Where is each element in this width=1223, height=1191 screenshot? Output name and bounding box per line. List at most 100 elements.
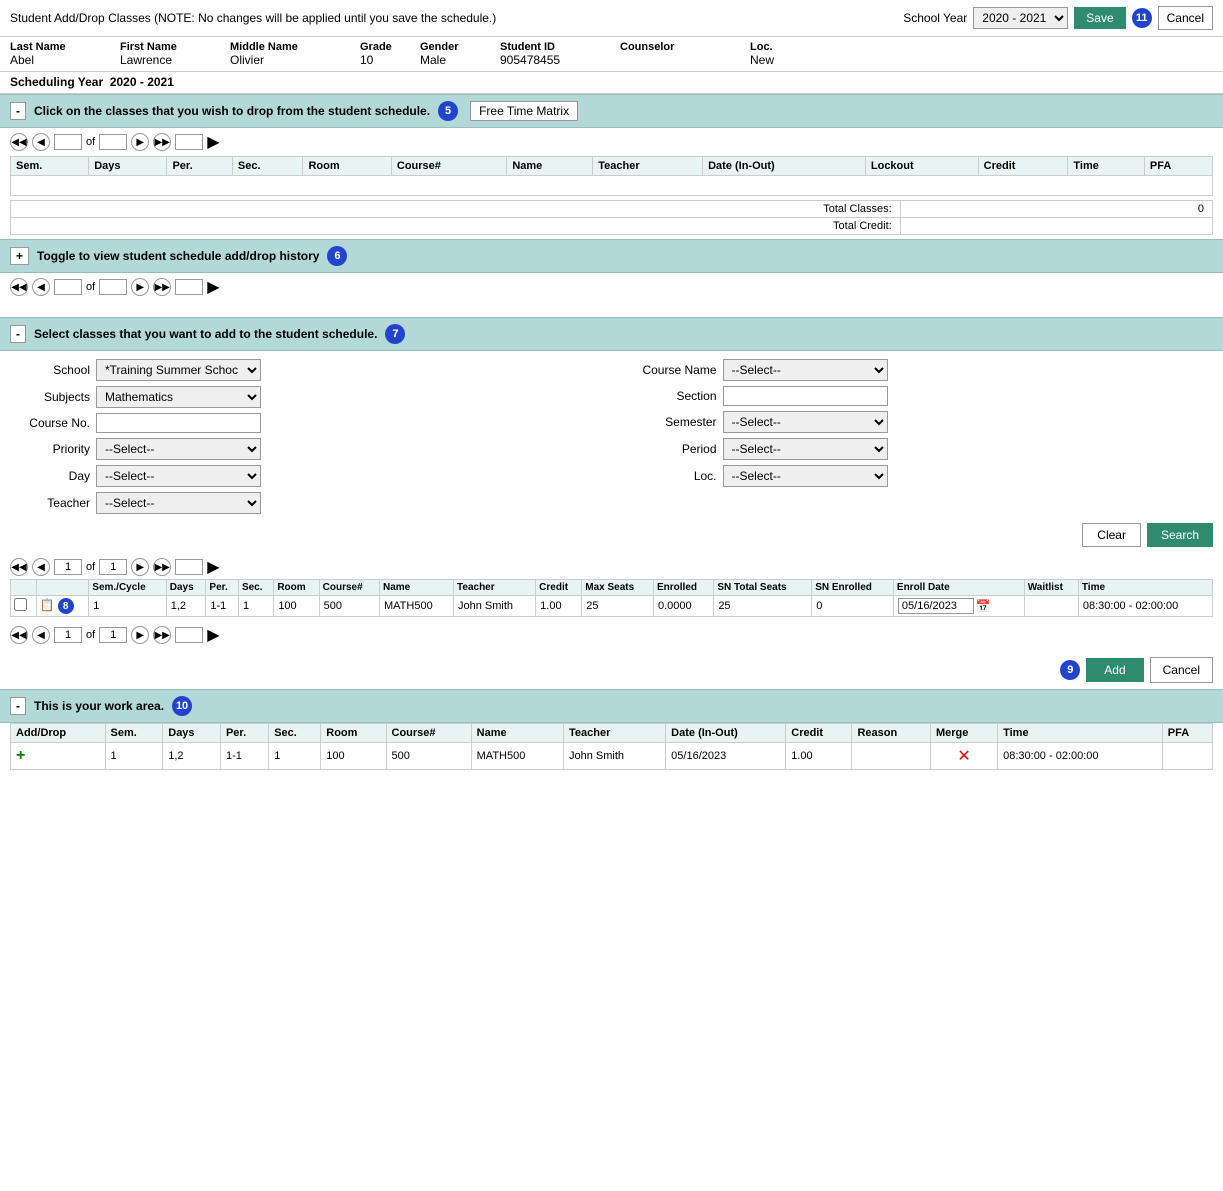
drop-pg-total[interactable] (99, 134, 127, 150)
results-pagination-bar-bottom: ◀◀ ◀ of ▶ ▶▶ ▶ (0, 621, 1223, 649)
wa-row-time: 08:30:00 - 02:00:00 (998, 743, 1163, 770)
res-pg-go[interactable] (175, 559, 203, 575)
col-lockout: Lockout (865, 157, 978, 176)
hist-pg-last[interactable]: ▶▶ (153, 278, 171, 296)
school-year-select[interactable]: 2020 - 2021 (973, 7, 1068, 29)
clear-button[interactable]: Clear (1082, 523, 1141, 547)
history-section-header: + Toggle to view student schedule add/dr… (0, 239, 1223, 273)
priority-select[interactable]: --Select-- (96, 438, 261, 460)
wa-row-credit: 1.00 (786, 743, 852, 770)
hist-pg-prev[interactable]: ◀ (32, 278, 50, 296)
period-select[interactable]: --Select-- (723, 438, 888, 460)
wa-col-merge: Merge (930, 724, 997, 743)
res-pg2-first[interactable]: ◀◀ (10, 626, 28, 644)
cancel-button[interactable]: Cancel (1158, 6, 1213, 30)
res-pg2-go[interactable] (175, 627, 203, 643)
history-toggle-btn[interactable]: + (10, 247, 29, 265)
res-row-courseno: 500 (319, 596, 379, 617)
history-pagination-bar: ◀◀ ◀ of ▶ ▶▶ ▶ (0, 273, 1223, 301)
hist-pg-first[interactable]: ◀◀ (10, 278, 28, 296)
middle-name-value: Olivier (230, 53, 360, 67)
course-name-select[interactable]: --Select-- (723, 359, 888, 381)
school-select[interactable]: *Training Summer Schoc (96, 359, 261, 381)
totals-table: Total Classes: 0 Total Credit: (10, 200, 1213, 235)
res-pg-input[interactable] (54, 559, 82, 575)
student-id-cell: Student ID 905478455 (500, 41, 620, 67)
enroll-date-input[interactable] (898, 598, 974, 614)
res-pg-prev[interactable]: ◀ (32, 558, 50, 576)
search-button[interactable]: Search (1147, 523, 1213, 547)
drop-pg-go[interactable] (175, 134, 203, 150)
copy-icon: 📋 (40, 598, 55, 612)
drop-pg-last[interactable]: ▶▶ (153, 133, 171, 151)
row-checkbox[interactable] (14, 598, 27, 611)
res-pg2-total[interactable] (99, 627, 127, 643)
work-toggle-btn[interactable]: - (10, 697, 26, 715)
res-pg2-next[interactable]: ▶ (131, 626, 149, 644)
loc-select[interactable]: --Select-- (723, 465, 888, 487)
hist-pg-next[interactable]: ▶ (131, 278, 149, 296)
save-button[interactable]: Save (1074, 7, 1125, 29)
calendar-icon[interactable]: 📅 (976, 599, 991, 613)
res-pg-of: of (86, 561, 95, 573)
wa-col-per: Per. (220, 724, 268, 743)
hist-pg-go-btn[interactable]: ▶ (207, 277, 219, 297)
res-row-snenrolled: 0 (812, 596, 894, 617)
loc-cell: Loc. New (750, 41, 810, 67)
wa-col-pfa: PFA (1162, 724, 1212, 743)
drop-pg-input[interactable] (54, 134, 82, 150)
wa-row-reason (852, 743, 931, 770)
student-id-label: Student ID (500, 41, 620, 53)
res-row-sntotal: 25 (714, 596, 812, 617)
free-time-matrix-btn[interactable]: Free Time Matrix (470, 101, 578, 121)
drop-pg-prev[interactable]: ◀ (32, 133, 50, 151)
course-no-filter-row: Course No. (10, 413, 597, 433)
res-row-waitlist (1024, 596, 1078, 617)
res-pg2-last[interactable]: ▶▶ (153, 626, 171, 644)
wa-col-teacher: Teacher (564, 724, 666, 743)
wa-col-sec: Sec. (269, 724, 321, 743)
add-badge: 9 (1060, 660, 1080, 680)
res-pg2-go-btn[interactable]: ▶ (207, 625, 219, 645)
res-pg2-prev[interactable]: ◀ (32, 626, 50, 644)
col-days: Days (89, 157, 167, 176)
res-pg-total[interactable] (99, 559, 127, 575)
course-name-filter-row: Course Name --Select-- (627, 359, 1214, 381)
hist-pg-total[interactable] (99, 279, 127, 295)
res-pg-first[interactable]: ◀◀ (10, 558, 28, 576)
teacher-select[interactable]: --Select-- (96, 492, 261, 514)
top-bar: Student Add/Drop Classes (NOTE: No chang… (0, 0, 1223, 37)
res-row-room: 100 (274, 596, 319, 617)
res-pg-last[interactable]: ▶▶ (153, 558, 171, 576)
work-area-row: + 1 1,2 1-1 1 100 500 MATH500 John Smith… (11, 743, 1213, 770)
merge-x-icon[interactable]: ✕ (957, 748, 970, 765)
school-filter-row: School *Training Summer Schoc (10, 359, 597, 381)
scheduling-year-bar: Scheduling Year 2020 - 2021 (0, 72, 1223, 94)
add-button[interactable]: Add (1086, 658, 1143, 682)
res-row-icon-cell[interactable]: 📋 8 (36, 596, 89, 617)
res-pg2-input[interactable] (54, 627, 82, 643)
drop-pg-first[interactable]: ◀◀ (10, 133, 28, 151)
cancel-btn-add[interactable]: Cancel (1150, 657, 1213, 683)
school-filter-label: School (10, 363, 90, 377)
day-filter-row: Day --Select-- (10, 465, 597, 487)
hist-pg-go[interactable] (175, 279, 203, 295)
section-input[interactable] (723, 386, 888, 406)
day-select[interactable]: --Select-- (96, 465, 261, 487)
drop-pg-next[interactable]: ▶ (131, 133, 149, 151)
res-row-days: 1,2 (166, 596, 206, 617)
hist-pg-input[interactable] (54, 279, 82, 295)
semester-select[interactable]: --Select-- (723, 411, 888, 433)
subjects-select[interactable]: Mathematics (96, 386, 261, 408)
res-pg-next[interactable]: ▶ (131, 558, 149, 576)
res-row-enrolled: 0.0000 (653, 596, 713, 617)
add-toggle-btn[interactable]: - (10, 325, 26, 343)
drop-pg-go-btn[interactable]: ▶ (207, 132, 219, 152)
res-col-check (11, 580, 37, 596)
res-pg-go-btn[interactable]: ▶ (207, 557, 219, 577)
priority-label: Priority (10, 442, 90, 456)
res-row-check[interactable] (11, 596, 37, 617)
drop-toggle-btn[interactable]: - (10, 102, 26, 120)
course-no-input[interactable] (96, 413, 261, 433)
filter-form: School *Training Summer Schoc Subjects M… (0, 351, 1223, 555)
